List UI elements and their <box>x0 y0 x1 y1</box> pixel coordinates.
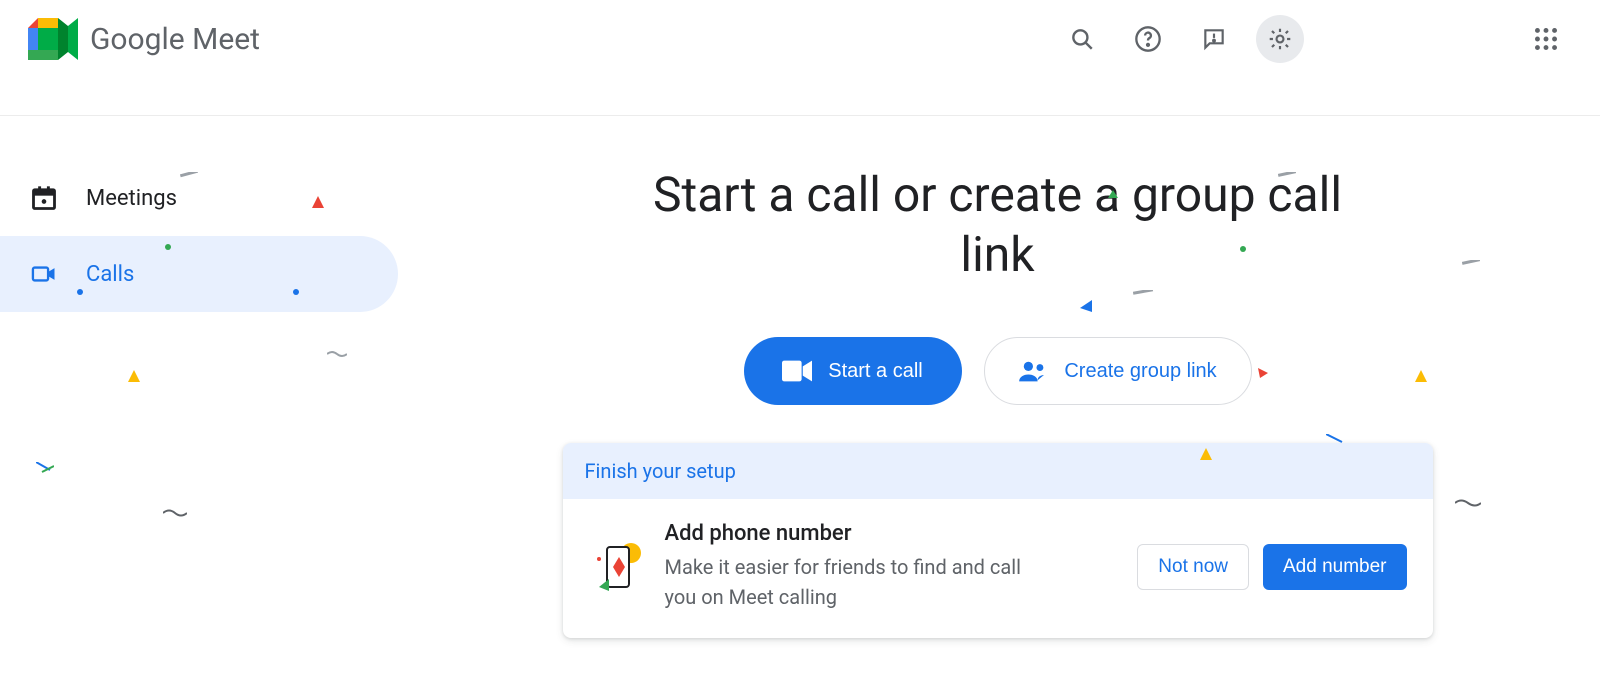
group-icon <box>1018 360 1048 382</box>
product-name-part2: Meet <box>192 22 260 57</box>
sidebar-item-meetings[interactable]: Meetings <box>0 160 398 236</box>
add-number-button[interactable]: Add number <box>1263 544 1407 590</box>
button-label: Start a call <box>828 360 922 383</box>
video-icon <box>30 260 58 288</box>
start-call-button[interactable]: Start a call <box>744 337 962 405</box>
phone-illustration <box>589 539 645 595</box>
meet-logo-icon <box>28 18 78 60</box>
sidebar-item-calls[interactable]: Calls <box>0 236 398 312</box>
main-content: Start a call or create a group call link… <box>395 165 1600 638</box>
confetti-icon <box>163 508 187 518</box>
setup-text: Add phone number Make it easier for frie… <box>665 521 1118 612</box>
feedback-icon <box>1201 26 1227 52</box>
create-group-link-button[interactable]: Create group link <box>984 337 1252 405</box>
gear-icon <box>1267 26 1293 52</box>
feedback-button[interactable] <box>1190 15 1238 63</box>
header-divider <box>0 115 1600 116</box>
header: Google Meet <box>0 0 1600 78</box>
setup-card-heading: Finish your setup <box>563 443 1433 499</box>
help-button[interactable] <box>1124 15 1172 63</box>
action-buttons: Start a call Create group link <box>744 337 1252 405</box>
sidebar-item-label: Meetings <box>86 186 177 211</box>
confetti-icon <box>327 350 347 358</box>
not-now-button[interactable]: Not now <box>1137 544 1249 590</box>
header-actions <box>1058 15 1570 63</box>
product-name-part1: Google <box>90 22 185 57</box>
confetti-icon <box>128 370 140 382</box>
sidebar-item-label: Calls <box>86 262 134 287</box>
search-icon <box>1069 26 1095 52</box>
calendar-icon <box>30 184 58 212</box>
setup-card-body: Add phone number Make it easier for frie… <box>563 499 1433 638</box>
camera-icon <box>782 360 812 382</box>
google-apps-button[interactable] <box>1522 15 1570 63</box>
setup-actions: Not now Add number <box>1137 544 1406 590</box>
setup-subtitle: Make it easier for friends to find and c… <box>665 552 1045 612</box>
help-icon <box>1134 25 1162 53</box>
settings-button[interactable] <box>1256 15 1304 63</box>
product-name: Google Meet <box>90 22 260 57</box>
apps-grid-icon <box>1535 28 1557 50</box>
setup-title: Add phone number <box>665 521 1118 546</box>
confetti-icon <box>36 462 54 474</box>
search-button[interactable] <box>1058 15 1106 63</box>
finish-setup-card: Finish your setup Add phone number Make … <box>563 443 1433 638</box>
sidebar: Meetings Calls <box>0 160 400 312</box>
product-logo-area[interactable]: Google Meet <box>28 18 260 60</box>
page-title: Start a call or create a group call link <box>618 165 1378 285</box>
button-label: Create group link <box>1064 360 1216 383</box>
